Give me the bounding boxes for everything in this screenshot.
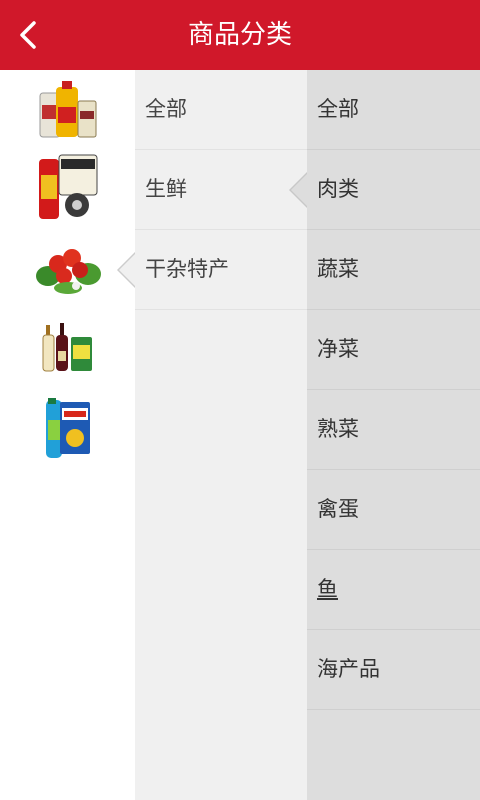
category-item-selected[interactable]: 生鲜 — [135, 150, 307, 230]
subcategory-item[interactable]: 禽蛋 — [307, 470, 480, 550]
snacks-drinks-icon — [38, 154, 97, 219]
subcategory-item-label: 熟菜 — [317, 417, 359, 441]
category-item-label: 生鲜 — [145, 177, 187, 201]
detergent-products-icon — [45, 398, 90, 458]
top-category-list — [0, 70, 135, 800]
subcategory-item-label: 全部 — [317, 97, 359, 121]
subcategory-item[interactable]: 全部 — [307, 70, 480, 150]
subcategory-list: 全部 肉类 蔬菜 净菜 熟菜 禽蛋 鱼 海产品 — [307, 70, 480, 800]
subcategory-item-selected[interactable]: 肉类 — [307, 150, 480, 230]
category-item-label: 干杂特产 — [145, 257, 229, 281]
subcategory-item[interactable]: 净菜 — [307, 310, 480, 390]
vegetables-icon — [35, 249, 101, 294]
subcategory-item[interactable]: 熟菜 — [307, 390, 480, 470]
subcategory-item-label: 海产品 — [317, 657, 380, 681]
top-category-daily-goods[interactable] — [0, 388, 135, 468]
category-list: 全部 生鲜 干杂特产 — [135, 70, 307, 800]
subcategory-item-label: 肉类 — [317, 177, 359, 201]
subcategory-item-label: 净菜 — [317, 337, 359, 361]
subcategory-item-label: 鱼 — [317, 577, 338, 601]
oil-rice-products-icon — [39, 81, 96, 138]
subcategory-item[interactable]: 鱼 — [307, 550, 480, 630]
page-title: 商品分类 — [187, 20, 292, 50]
subcategory-item-label: 蔬菜 — [317, 257, 359, 281]
category-item[interactable]: 全部 — [135, 70, 307, 150]
subcategory-item[interactable]: 海产品 — [307, 630, 480, 710]
app-header: 商品分类 — [0, 0, 480, 70]
top-category-liquor[interactable] — [0, 308, 135, 388]
top-category-dried-goods[interactable] — [0, 228, 135, 308]
liquor-drinks-icon — [42, 323, 92, 372]
category-item[interactable]: 干杂特产 — [135, 230, 307, 310]
subcategory-item-label: 禽蛋 — [317, 497, 359, 521]
top-category-fresh[interactable] — [0, 148, 135, 228]
subcategory-item[interactable]: 蔬菜 — [307, 230, 480, 310]
top-category-grain-oil[interactable] — [0, 70, 135, 150]
category-item-label: 全部 — [145, 97, 187, 121]
